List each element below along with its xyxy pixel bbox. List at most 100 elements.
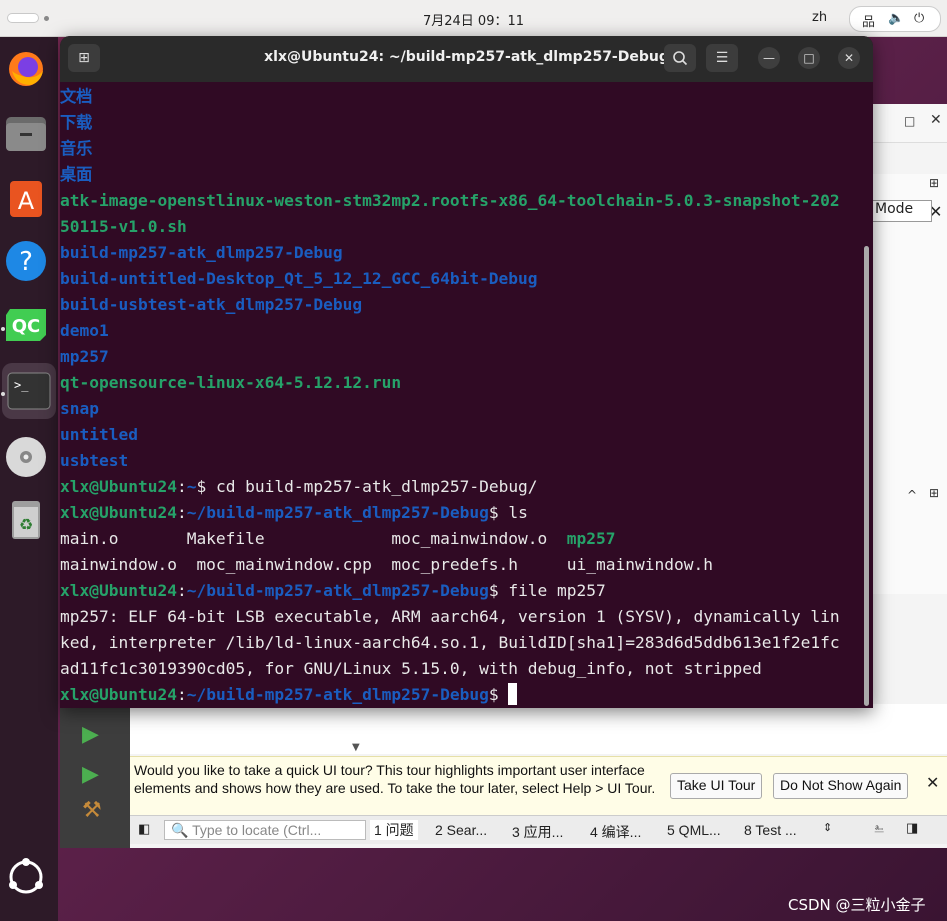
split-icon[interactable]: ◨ [906, 820, 918, 836]
sidebar-toggle-icon[interactable]: ◧ [138, 821, 150, 837]
menu-icon[interactable]: ☰ [706, 44, 738, 72]
terminal-line: xlx@Ubuntu24:~/build-mp257-atk_dlmp257-D… [60, 578, 860, 604]
trash-icon[interactable]: ♻ [4, 497, 48, 541]
close-icon[interactable]: ✕ [926, 773, 939, 792]
terminal-icon[interactable]: >_ [2, 363, 56, 419]
svg-text:♻: ♻ [19, 515, 33, 534]
terminal-text: : [176, 477, 187, 496]
do-not-show-button[interactable]: Do Not Show Again [773, 773, 909, 799]
terminal-line: mp257 [60, 344, 860, 370]
directory-entry: build-usbtest-atk_dlmp257-Debug [60, 295, 363, 314]
qt-titlebar: □ ✕ [872, 104, 947, 143]
terminal-text: $ cd build-mp257-atk_dlmp257-Debug/ [196, 477, 538, 496]
terminal-line: qt-opensource-linux-x64-5.12.12.run [60, 370, 860, 396]
files-icon[interactable] [4, 111, 48, 155]
tab-qml[interactable]: 5 QML... [667, 822, 721, 838]
terminal-text: main.o Makefile moc_mainwindow.o [60, 529, 567, 548]
help-icon[interactable]: ? [4, 239, 48, 283]
qt-statusbar: ◧ 🔍 Type to locate (Ctrl... 1 问题 2 Sear.… [130, 815, 947, 844]
tab-app-output[interactable]: 3 应用... [512, 822, 563, 842]
tab-issues[interactable]: 1 问题 [370, 820, 418, 840]
maximize-icon[interactable]: □ [798, 47, 820, 69]
svg-text:>_: >_ [14, 378, 29, 392]
power-icon: ⏻ [914, 11, 925, 26]
terminal-scrollbar[interactable] [864, 246, 869, 706]
qt-mode-bar: ▶ ▶ ⚒ [60, 704, 130, 848]
run-icon[interactable]: ▶ [82, 722, 99, 747]
terminal-text: $ ls [488, 503, 528, 522]
terminal-line: build-usbtest-atk_dlmp257-Debug [60, 292, 860, 318]
terminal-line: usbtest [60, 448, 860, 474]
debug-run-icon[interactable]: ▶ [82, 762, 99, 787]
prompt-path: ~ [186, 477, 197, 496]
panel-icon[interactable]: ⎁ [874, 820, 884, 836]
take-tour-button[interactable]: Take UI Tour [670, 773, 763, 799]
split-icon[interactable]: ⊞ [929, 176, 939, 190]
terminal-title: xlx@Ubuntu24: ~/build-mp257-atk_dlmp257-… [264, 49, 669, 65]
directory-entry: build-mp257-atk_dlmp257-Debug [60, 243, 343, 262]
terminal-line: build-mp257-atk_dlmp257-Debug [60, 240, 860, 266]
terminal-line: xlx@Ubuntu24:~/build-mp257-atk_dlmp257-D… [60, 682, 860, 708]
terminal-line: xlx@Ubuntu24:~$ cd build-mp257-atk_dlmp2… [60, 474, 860, 500]
svg-text:?: ? [19, 247, 33, 277]
app-center-icon[interactable]: A [4, 175, 48, 219]
prompt-user: xlx@Ubuntu24 [60, 477, 177, 496]
terminal-text: mp257: ELF 64-bit LSB executable, ARM aa… [60, 607, 840, 626]
terminal-line: 文档 [60, 84, 860, 110]
volume-icon: 🔈 [888, 11, 905, 26]
terminal-line: 50115-v1.0.sh [60, 214, 860, 240]
terminal-line: build-untitled-Desktop_Qt_5_12_12_GCC_64… [60, 266, 860, 292]
locate-input[interactable]: 🔍 Type to locate (Ctrl... [164, 820, 366, 840]
terminal-line: snap [60, 396, 860, 422]
terminal-line: xlx@Ubuntu24:~/build-mp257-atk_dlmp257-D… [60, 500, 860, 526]
search-icon[interactable] [664, 44, 696, 72]
show-apps-icon[interactable] [4, 855, 48, 899]
tour-text: Would you like to take a quick UI tour? … [134, 762, 656, 796]
updown-icon[interactable]: ⇕ [823, 821, 832, 834]
disc-icon[interactable] [4, 435, 48, 479]
terminal-text: $ file mp257 [488, 581, 606, 600]
terminal-window[interactable]: ⊞ xlx@Ubuntu24: ~/build-mp257-atk_dlmp25… [60, 36, 873, 708]
terminal-line: 音乐 [60, 136, 860, 162]
directory-entry: untitled [60, 425, 138, 444]
text-cursor [508, 683, 518, 705]
input-language[interactable]: zh [812, 10, 827, 25]
watermark: CSDN @三粒小金子 [788, 896, 926, 914]
dock: A ? QC >_ ♻ [0, 37, 58, 921]
terminal-text: ked, interpreter /lib/ld-linux-aarch64.s… [60, 633, 840, 652]
firefox-icon[interactable] [4, 47, 48, 91]
build-hammer-icon[interactable]: ⚒ [82, 798, 102, 823]
minimize-icon[interactable]: — [758, 47, 780, 69]
terminal-text: : [176, 685, 187, 704]
qt-creator-icon[interactable]: QC [4, 303, 48, 347]
prompt-path: ~/build-mp257-atk_dlmp257-Debug [186, 581, 489, 600]
terminal-line: ked, interpreter /lib/ld-linux-aarch64.s… [60, 630, 860, 656]
system-menu[interactable]: 品 🔈 ⏻ [849, 6, 941, 32]
tab-compile[interactable]: 4 编译... [590, 822, 641, 842]
clock[interactable]: 7月24日 09：11 [0, 10, 947, 29]
prompt-path: ~/build-mp257-atk_dlmp257-Debug [186, 685, 489, 704]
directory-entry: build-untitled-Desktop_Qt_5_12_12_GCC_64… [60, 269, 538, 288]
scroll-indicator-icon: ▼ [352, 742, 360, 753]
running-indicator [1, 392, 5, 396]
close-icon[interactable]: ✕ [930, 112, 942, 128]
qt-mode-tab[interactable]: Mode [872, 200, 932, 222]
terminal-output[interactable]: 文档 下载 音乐 桌面 atk-image-openstlinux-weston-stm… [60, 84, 860, 706]
ui-tour-banner: Would you like to take a quick UI tour? … [130, 756, 947, 815]
terminal-text: $ [488, 685, 509, 704]
collapse-icon[interactable]: ^ [907, 488, 917, 502]
directory-entry: snap [60, 399, 99, 418]
tab-test[interactable]: 8 Test ... [744, 822, 797, 838]
prompt-user: xlx@Ubuntu24 [60, 581, 177, 600]
close-icon[interactable]: ✕ [838, 47, 860, 69]
directory-entry: 文档 [60, 87, 93, 106]
maximize-icon[interactable]: □ [904, 114, 915, 128]
terminal-header[interactable]: ⊞ xlx@Ubuntu24: ~/build-mp257-atk_dlmp25… [60, 36, 873, 82]
terminal-line: mainwindow.o moc_mainwindow.cpp moc_pred… [60, 552, 860, 578]
split-icon[interactable]: ⊞ [929, 486, 939, 500]
locate-placeholder: Type to locate (Ctrl... [192, 822, 322, 838]
directory-entry: 桌面 [60, 165, 93, 184]
tab-search[interactable]: 2 Sear... [435, 822, 487, 838]
executable-entry: atk-image-openstlinux-weston-stm32mp2.ro… [60, 191, 840, 210]
terminal-line: 桌面 [60, 162, 860, 188]
